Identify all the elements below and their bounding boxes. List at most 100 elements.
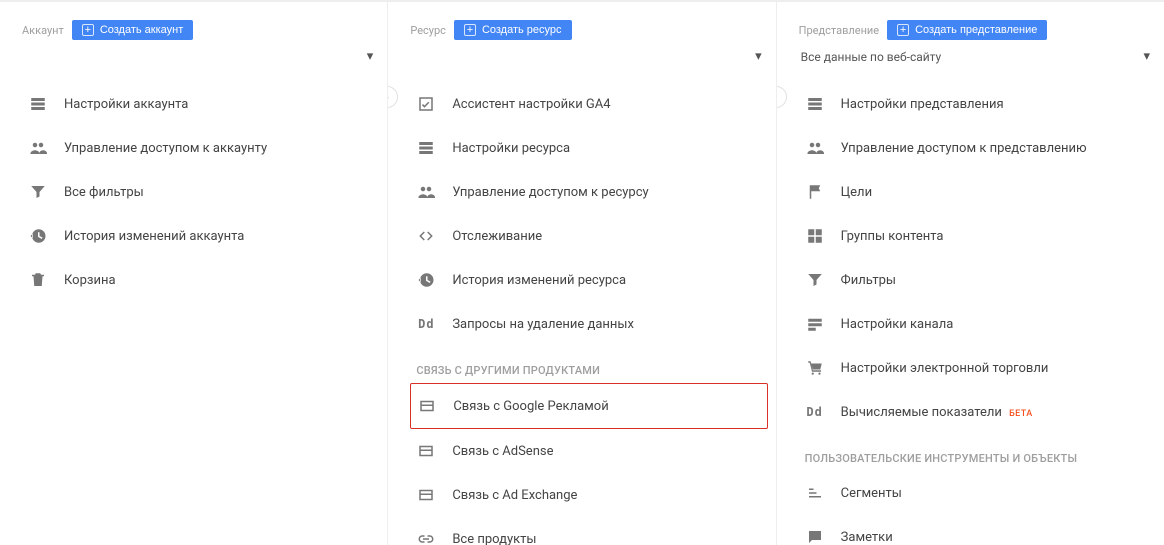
item-label: Все фильтры	[64, 185, 144, 200]
item-label: Цели	[841, 185, 872, 200]
cart-icon	[805, 358, 825, 378]
content-groups-item[interactable]: Группы контента	[799, 214, 1156, 258]
caret-down-icon: ▾	[367, 49, 374, 64]
personal-tools-section-title: ПОЛЬЗОВАТЕЛЬСКИЕ ИНСТРУМЕНТЫ И ОБЪЕКТЫ	[799, 434, 1156, 471]
note-icon	[805, 527, 825, 545]
history-icon	[28, 226, 48, 246]
create-property-label: Создать ресурс	[482, 24, 562, 36]
item-label: Корзина	[64, 273, 116, 288]
property-selector[interactable]: ▾	[410, 46, 767, 74]
check-square-icon	[416, 94, 436, 114]
link-icon	[416, 529, 436, 545]
item-label: История изменений ресурса	[452, 273, 626, 288]
caret-down-icon: ▾	[1143, 49, 1150, 64]
item-label: Настройки аккаунта	[64, 97, 188, 112]
item-label: История изменений аккаунта	[64, 229, 244, 244]
account-column: Аккаунт + Создать аккаунт ▾ Настройки ак…	[0, 2, 388, 545]
code-icon	[416, 226, 436, 246]
item-label: Настройки канала	[841, 317, 954, 332]
data-delete-requests-item[interactable]: Dd Запросы на удаление данных	[410, 302, 767, 346]
filter-icon	[805, 270, 825, 290]
property-history-item[interactable]: История изменений ресурса	[410, 258, 767, 302]
item-label: Управление доступом к представлению	[841, 141, 1087, 156]
beta-badge: БЕТА	[1009, 409, 1032, 419]
trash-item[interactable]: Корзина	[22, 258, 379, 302]
filter-icon	[28, 182, 48, 202]
account-selector[interactable]: ▾	[22, 46, 379, 74]
all-filters-item[interactable]: Все фильтры	[22, 170, 379, 214]
settings-card-icon	[28, 94, 48, 114]
item-label: Запросы на удаление данных	[452, 317, 634, 332]
trash-icon	[28, 270, 48, 290]
item-label: Настройки представления	[841, 97, 1004, 112]
plus-icon: +	[897, 24, 909, 36]
property-access-item[interactable]: Управление доступом к ресурсу	[410, 170, 767, 214]
item-label: Связь с Ad Exchange	[452, 488, 577, 503]
item-label: Отслеживание	[452, 229, 542, 244]
view-selector[interactable]: Все данные по веб-сайту ▾	[799, 46, 1156, 74]
create-view-label: Создать представление	[915, 24, 1037, 36]
segments-icon	[805, 483, 825, 503]
item-label: Ассистент настройки GA4	[452, 97, 610, 112]
account-settings-item[interactable]: Настройки аккаунта	[22, 82, 379, 126]
adsense-link-item[interactable]: Связь с AdSense	[410, 429, 767, 473]
item-label: Вычисляемые показатели БЕТА	[841, 405, 1033, 420]
create-account-button[interactable]: + Создать аккаунт	[72, 20, 193, 40]
content-group-icon	[805, 226, 825, 246]
account-history-item[interactable]: История изменений аккаунта	[22, 214, 379, 258]
flag-icon	[805, 182, 825, 202]
settings-card-icon	[416, 138, 436, 158]
channel-settings-item[interactable]: Настройки канала	[799, 302, 1156, 346]
collapse-arrow-icon[interactable]: ›	[777, 86, 787, 108]
channel-icon	[805, 314, 825, 334]
view-column-title: Представление	[799, 24, 879, 37]
dd-icon: Dd	[805, 402, 825, 422]
settings-card-icon	[805, 94, 825, 114]
item-label: Заметки	[841, 530, 893, 545]
caret-down-icon: ▾	[755, 49, 762, 64]
create-account-label: Создать аккаунт	[100, 24, 183, 36]
view-access-item[interactable]: Управление доступом к представлению	[799, 126, 1156, 170]
view-selector-text: Все данные по веб-сайту	[801, 50, 942, 64]
adexchange-link-item[interactable]: Связь с Ad Exchange	[410, 473, 767, 517]
item-label: Управление доступом к ресурсу	[452, 185, 648, 200]
card-icon	[417, 396, 437, 416]
card-icon	[416, 485, 436, 505]
link-products-section-title: СВЯЗЬ С ДРУГИМИ ПРОДУКТАМИ	[410, 346, 767, 383]
item-label: Настройки электронной торговли	[841, 361, 1049, 376]
item-label: Сегменты	[841, 486, 902, 501]
goals-item[interactable]: Цели	[799, 170, 1156, 214]
item-label: Настройки ресурса	[452, 141, 570, 156]
item-label: Управление доступом к аккаунту	[64, 141, 267, 156]
collapse-arrow-icon[interactable]: ›	[388, 86, 398, 108]
segments-item[interactable]: Сегменты	[799, 471, 1156, 515]
create-property-button[interactable]: + Создать ресурс	[454, 20, 572, 40]
card-icon	[416, 441, 436, 461]
history-icon	[416, 270, 436, 290]
dd-icon: Dd	[416, 314, 436, 334]
ecommerce-settings-item[interactable]: Настройки электронной торговли	[799, 346, 1156, 390]
property-settings-item[interactable]: Настройки ресурса	[410, 126, 767, 170]
item-label: Связь с AdSense	[452, 444, 553, 459]
users-icon	[805, 138, 825, 158]
view-settings-item[interactable]: Настройки представления	[799, 82, 1156, 126]
item-label: Связь с Google Рекламой	[453, 399, 608, 414]
account-access-item[interactable]: Управление доступом к аккаунту	[22, 126, 379, 170]
tracking-item[interactable]: Отслеживание	[410, 214, 767, 258]
all-products-item[interactable]: Все продукты	[410, 517, 767, 545]
calculated-metrics-label: Вычисляемые показатели	[841, 405, 1002, 420]
plus-icon: +	[82, 24, 94, 36]
ga4-assistant-item[interactable]: Ассистент настройки GA4	[410, 82, 767, 126]
users-icon	[28, 138, 48, 158]
google-ads-link-item[interactable]: Связь с Google Рекламой	[410, 383, 767, 429]
users-icon	[416, 182, 436, 202]
calculated-metrics-item[interactable]: Dd Вычисляемые показатели БЕТА	[799, 390, 1156, 434]
filters-item[interactable]: Фильтры	[799, 258, 1156, 302]
view-column: › Представление + Создать представление …	[777, 2, 1164, 545]
create-view-button[interactable]: + Создать представление	[887, 20, 1047, 40]
annotations-item[interactable]: Заметки	[799, 515, 1156, 545]
plus-icon: +	[464, 24, 476, 36]
item-label: Фильтры	[841, 273, 896, 288]
account-column-title: Аккаунт	[22, 24, 64, 37]
item-label: Все продукты	[452, 532, 536, 545]
